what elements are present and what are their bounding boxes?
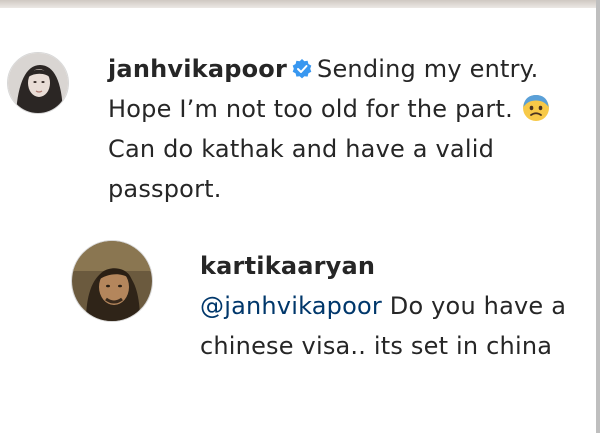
comment-text-janhvikapoor: janhvikapoor Sending my entry. Hope I’m … [108, 49, 578, 209]
avatar-janhvikapoor[interactable] [7, 52, 69, 114]
reply-body: @janhvikapoor Do you have a chinese visa… [200, 286, 580, 366]
avatar-kartikaaryan[interactable] [71, 240, 153, 322]
mention-janhvikapoor[interactable]: @janhvikapoor [200, 292, 382, 320]
top-border-strip [0, 0, 600, 8]
comment-text-part2: Can do kathak and have a valid passport. [108, 135, 495, 203]
worried-face-icon [521, 93, 551, 123]
username-kartikaaryan[interactable]: kartikaaryan [200, 246, 580, 286]
verified-badge-icon [291, 52, 313, 79]
comment-text-kartikaaryan: kartikaaryan @janhvikapoor Do you have a… [200, 246, 580, 366]
right-border [596, 0, 600, 433]
username-janhvikapoor[interactable]: janhvikapoor [108, 55, 287, 83]
